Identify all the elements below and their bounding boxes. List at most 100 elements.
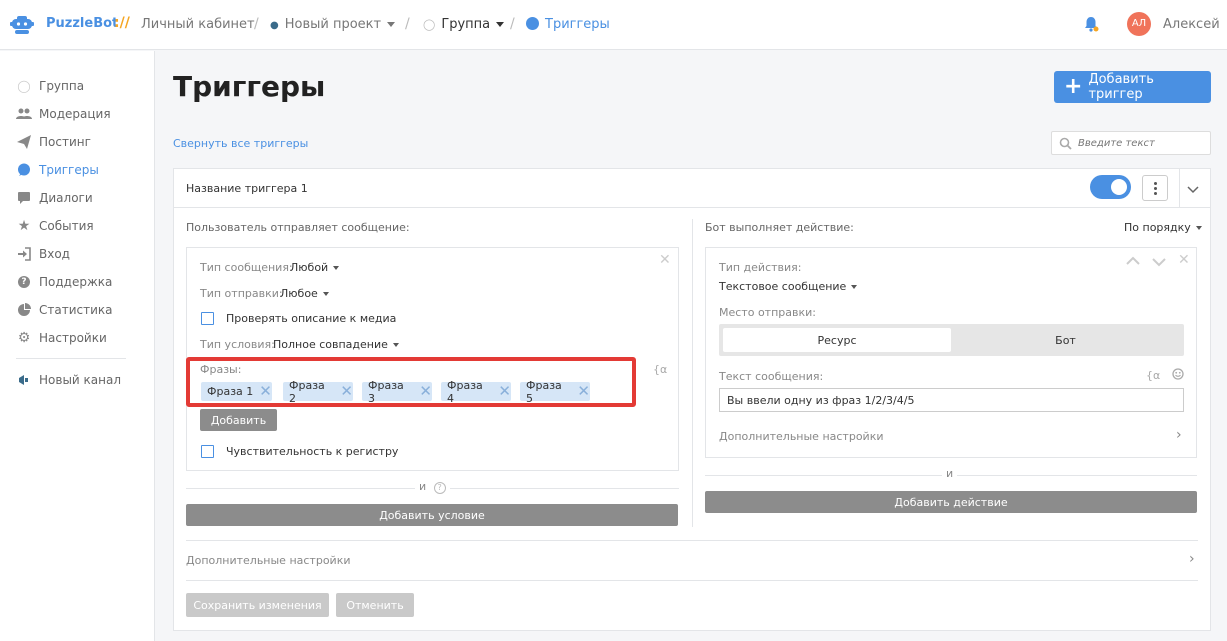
chevron-right-icon[interactable]: › xyxy=(1189,551,1195,567)
search-icon xyxy=(1059,137,1072,153)
send-place-resource[interactable]: Ресурс xyxy=(723,328,951,352)
and-label: и xyxy=(942,467,958,480)
message-text-input[interactable]: Вы ввели одну из фраз 1/2/3/4/5 xyxy=(719,388,1184,412)
action-extra-settings[interactable]: Дополнительные настройки xyxy=(719,430,884,443)
and-label-text: и xyxy=(419,480,427,493)
breadcrumb-project-label: Новый проект xyxy=(284,17,382,32)
order-select[interactable]: По порядку xyxy=(1124,221,1202,234)
trigger-enabled-toggle[interactable] xyxy=(1090,175,1131,199)
actions-heading: Бот выполняет действие: xyxy=(705,221,854,234)
sidebar-item-label: Вход xyxy=(39,247,70,261)
project-icon: ● xyxy=(270,20,279,31)
cancel-button[interactable]: Отменить xyxy=(336,593,414,617)
extra-settings-link[interactable]: Дополнительные настройки xyxy=(186,554,351,567)
add-trigger-label: Добавить триггер xyxy=(1088,72,1154,102)
divider xyxy=(186,540,1198,541)
sidebar-item-label: Поддержка xyxy=(39,275,113,289)
sidebar-item-dialogs[interactable]: Диалоги xyxy=(16,189,93,207)
chevron-down-icon xyxy=(1195,226,1202,230)
brand-name[interactable]: PuzzleBot xyxy=(46,16,118,31)
add-condition-button[interactable]: Добавить условие xyxy=(186,504,678,526)
chat-bubble-icon: ◯ xyxy=(17,79,31,93)
close-icon[interactable]: ✕ xyxy=(1178,253,1190,267)
notification-bell-icon[interactable] xyxy=(1082,15,1100,36)
chevron-down-icon xyxy=(851,285,858,289)
conditions-heading: Пользователь отправляет сообщение: xyxy=(186,221,410,234)
search-box[interactable] xyxy=(1051,131,1211,155)
send-type-select[interactable]: Любое xyxy=(280,287,329,300)
sidebar-item-triggers[interactable]: Триггеры xyxy=(16,161,99,179)
sidebar-item-new-channel[interactable]: Новый канал xyxy=(16,371,121,389)
case-sensitive-label: Чувствительность к регистру xyxy=(226,445,399,458)
breadcrumb-project[interactable]: ● Новый проект xyxy=(270,17,396,32)
trigger-name[interactable]: Название триггера 1 xyxy=(186,182,308,195)
chevron-down-icon xyxy=(392,343,399,347)
move-down-icon[interactable] xyxy=(1152,256,1166,270)
sidebar-item-moderation[interactable]: Модерация xyxy=(16,105,111,123)
chevron-right-icon[interactable]: › xyxy=(1176,427,1182,443)
action-panel: ✕ Тип действия: Текстовое сообщение Мест… xyxy=(705,247,1197,458)
send-place-switch: Ресурс Бот xyxy=(719,324,1184,356)
puzzlebot-logo-icon[interactable] xyxy=(10,13,34,40)
sidebar-item-label: Настройки xyxy=(39,331,107,345)
users-icon xyxy=(16,107,32,121)
breadcrumb-dashboard[interactable]: Личный кабинет xyxy=(141,17,255,32)
send-type-label: Тип отправки: xyxy=(200,287,283,300)
check-media-checkbox[interactable] xyxy=(201,312,214,325)
help-icon[interactable]: ? xyxy=(433,482,446,494)
close-icon[interactable]: ✕ xyxy=(659,253,671,267)
avatar[interactable]: АЛ xyxy=(1127,12,1151,36)
case-sensitive-checkbox[interactable] xyxy=(201,445,214,458)
sidebar-item-label: Триггеры xyxy=(39,163,99,177)
breadcrumb-triggers[interactable]: Триггеры xyxy=(526,17,610,32)
chevron-down-icon xyxy=(496,22,505,27)
variable-icon[interactable]: {α xyxy=(1146,369,1160,382)
action-type-label: Тип действия: xyxy=(719,261,802,274)
sidebar-divider xyxy=(16,358,126,359)
trigger-chat-icon xyxy=(526,17,539,30)
new-channel-icon xyxy=(16,373,32,387)
action-type-select[interactable]: Текстовое сообщение xyxy=(719,280,858,293)
chevron-down-icon[interactable] xyxy=(1187,183,1199,197)
brand-slash: :// xyxy=(114,15,130,31)
collapse-all-link[interactable]: Свернуть все триггеры xyxy=(173,137,308,150)
sidebar-item-label: Новый канал xyxy=(39,373,121,387)
pie-chart-icon xyxy=(16,303,32,317)
chevron-down-icon xyxy=(322,292,329,296)
question-icon: ? xyxy=(16,275,32,289)
search-input[interactable] xyxy=(1078,136,1203,150)
variable-icon[interactable]: {α xyxy=(653,363,667,376)
add-phrase-button[interactable]: Добавить xyxy=(200,409,277,431)
message-type-select[interactable]: Любой xyxy=(290,261,340,274)
chat-bubble-icon xyxy=(16,163,32,177)
header-divider xyxy=(1179,169,1180,208)
user-name[interactable]: Алексей xyxy=(1163,17,1220,32)
save-button[interactable]: Сохранить изменения xyxy=(186,593,329,617)
top-bar: PuzzleBot :// Личный кабинет / ● Новый пр… xyxy=(0,0,1227,50)
trigger-card: Название триггера 1 Пользователь отправл… xyxy=(173,168,1211,631)
emoji-icon[interactable] xyxy=(1172,368,1184,383)
sidebar-item-posting[interactable]: Постинг xyxy=(16,133,91,151)
sidebar-item-label: События xyxy=(39,219,94,233)
breadcrumb-group-label: Группа xyxy=(441,17,491,32)
sidebar-item-events[interactable]: ★ События xyxy=(16,217,94,235)
sidebar-item-label: Постинг xyxy=(39,135,91,149)
sidebar-item-settings[interactable]: ⚙ Настройки xyxy=(16,329,107,347)
more-options-button[interactable] xyxy=(1142,175,1168,201)
add-action-button[interactable]: Добавить действие xyxy=(705,491,1197,513)
sidebar-item-statistics[interactable]: Статистика xyxy=(16,301,113,319)
condition-type-select[interactable]: Полное совпадение xyxy=(273,338,399,351)
breadcrumb-separator: / xyxy=(510,16,515,32)
breadcrumb-group[interactable]: ◯ Группа xyxy=(423,17,505,32)
breadcrumb-triggers-label: Триггеры xyxy=(545,17,610,32)
send-place-bot[interactable]: Бот xyxy=(951,328,1180,352)
sidebar-item-support[interactable]: ? Поддержка xyxy=(16,273,112,291)
breadcrumb-separator: / xyxy=(254,16,259,32)
sidebar-item-label: Статистика xyxy=(39,303,113,317)
add-trigger-button[interactable]: + Добавить триггер xyxy=(1054,71,1211,103)
sidebar-item-group[interactable]: ◯ Группа xyxy=(16,77,84,95)
move-up-icon[interactable] xyxy=(1126,254,1140,268)
sidebar-item-label: Модерация xyxy=(39,107,111,121)
trigger-header[interactable]: Название триггера 1 xyxy=(174,169,1210,208)
sidebar-item-entry[interactable]: Вход xyxy=(16,245,70,263)
